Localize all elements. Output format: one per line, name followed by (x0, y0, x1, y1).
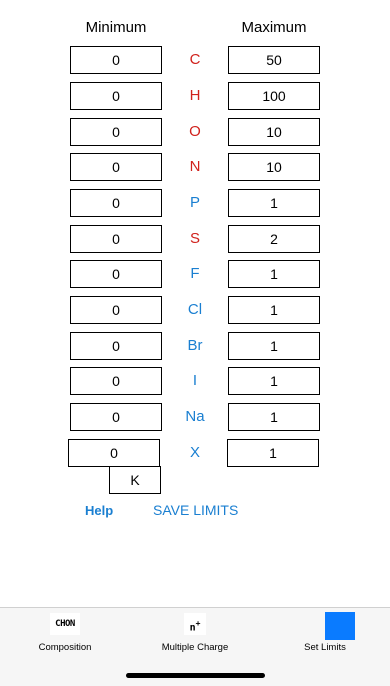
chon-icon: CHON (50, 613, 80, 635)
limit-row-i: I (0, 367, 390, 397)
limit-row-cl: Cl (0, 296, 390, 326)
tab-composition-label: Composition (38, 642, 92, 653)
maximum-header: Maximum (241, 19, 307, 36)
x-symbol-field[interactable] (109, 466, 161, 494)
limit-row-f: F (0, 260, 390, 290)
save-limits-button[interactable]: SAVE LIMITS (153, 502, 238, 518)
f-max-field[interactable] (228, 260, 320, 288)
p-min-field[interactable] (70, 189, 162, 217)
tab-set-limits[interactable]: Set Limits (260, 608, 390, 664)
cl-max-field[interactable] (228, 296, 320, 324)
limit-row-o: O (0, 118, 390, 148)
element-label-br: Br (187, 337, 203, 354)
o-min-field[interactable] (70, 118, 162, 146)
n-max-field[interactable] (228, 153, 320, 181)
element-label-s: S (189, 230, 200, 247)
element-label-f: F (190, 265, 200, 282)
set-limits-icon (325, 612, 355, 640)
x-min-field[interactable] (68, 439, 160, 467)
br-max-field[interactable] (228, 332, 320, 360)
limit-row-c: C (0, 46, 390, 76)
element-label-x: X (189, 444, 200, 461)
charge-icon-sign: + (195, 619, 201, 628)
x-max-field[interactable] (227, 439, 319, 467)
limit-row-s: S (0, 225, 390, 255)
limit-row-h: H (0, 82, 390, 112)
element-label-h: H (189, 87, 201, 104)
c-max-field[interactable] (228, 46, 320, 74)
element-label-n: N (189, 158, 201, 175)
tab-multiple-charge-label: Multiple Charge (161, 642, 229, 653)
element-label-na: Na (185, 408, 205, 425)
element-label-i: I (192, 372, 198, 389)
c-min-field[interactable] (70, 46, 162, 74)
na-min-field[interactable] (70, 403, 162, 431)
h-max-field[interactable] (228, 82, 320, 110)
tab-multiple-charge[interactable]: n+ Multiple Charge (130, 608, 260, 664)
element-label-p: P (189, 194, 200, 211)
n-min-field[interactable] (70, 153, 162, 181)
o-max-field[interactable] (228, 118, 320, 146)
set-limits-screen: Minimum Maximum C H O N P S F (0, 0, 390, 686)
limit-row-p: P (0, 189, 390, 219)
limit-row-x: X (0, 435, 390, 467)
cl-min-field[interactable] (70, 296, 162, 324)
s-min-field[interactable] (70, 225, 162, 253)
limit-row-n: N (0, 153, 390, 183)
na-max-field[interactable] (228, 403, 320, 431)
h-min-field[interactable] (70, 82, 162, 110)
f-min-field[interactable] (70, 260, 162, 288)
element-label-c: C (189, 51, 201, 68)
s-max-field[interactable] (228, 225, 320, 253)
limit-row-br: Br (0, 332, 390, 362)
help-link[interactable]: Help (85, 503, 113, 518)
element-label-cl: Cl (187, 301, 203, 318)
charge-icon: n+ (184, 613, 206, 635)
home-indicator (126, 673, 265, 678)
minimum-header: Minimum (85, 19, 147, 36)
br-min-field[interactable] (70, 332, 162, 360)
i-min-field[interactable] (70, 367, 162, 395)
limit-row-na: Na (0, 403, 390, 433)
tab-composition[interactable]: CHON Composition (0, 608, 130, 664)
tab-set-limits-label: Set Limits (304, 642, 346, 653)
element-label-o: O (189, 123, 201, 140)
i-max-field[interactable] (228, 367, 320, 395)
p-max-field[interactable] (228, 189, 320, 217)
